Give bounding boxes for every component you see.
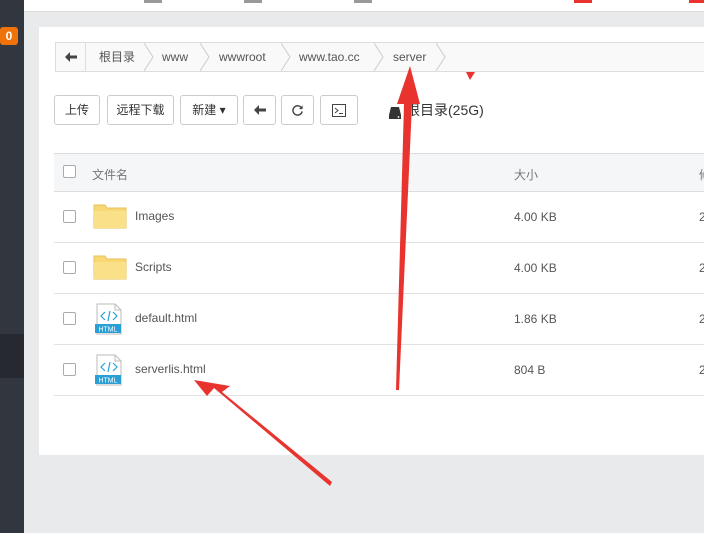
chevron-right-icon (200, 43, 210, 71)
table-row[interactable]: HTML default.html 1.86 KB 2 (54, 294, 704, 345)
folder-icon (93, 201, 127, 231)
arrow-left-icon (64, 49, 77, 65)
sidebar: 0 (0, 0, 24, 533)
table-row[interactable]: Scripts 4.00 KB 2 (54, 243, 704, 294)
file-table: 文件名 大小 修 Images 4.00 KB 2 Scripts 4.00 K… (54, 153, 704, 396)
disk-label: 根目录(25G) (406, 102, 484, 118)
html-badge: HTML (98, 378, 117, 385)
file-modified: 2 (699, 312, 704, 326)
row-checkbox[interactable] (63, 261, 76, 274)
refresh-icon (291, 105, 304, 120)
select-all-checkbox[interactable] (63, 165, 76, 178)
file-name[interactable]: serverlis.html (135, 362, 206, 376)
file-name[interactable]: default.html (135, 311, 197, 325)
arrow-left-icon (253, 104, 266, 118)
breadcrumb-item-www[interactable]: www (162, 43, 188, 71)
breadcrumb-item-server[interactable]: server (393, 43, 426, 71)
notification-badge[interactable]: 0 (0, 27, 18, 45)
upload-button[interactable]: 上传 (54, 95, 100, 125)
row-checkbox[interactable] (63, 312, 76, 325)
file-name[interactable]: Scripts (135, 260, 172, 274)
table-row[interactable]: HTML serverlis.html 804 B 2 (54, 345, 704, 396)
file-modified: 2 (699, 363, 704, 377)
back-button[interactable] (243, 95, 276, 125)
hard-drive-icon (388, 103, 402, 119)
refresh-button[interactable] (281, 95, 314, 125)
new-button-label: 新建 (192, 103, 217, 117)
file-name[interactable]: Images (135, 209, 174, 223)
terminal-icon (332, 104, 346, 120)
file-size: 4.00 KB (514, 210, 557, 224)
chevron-right-icon (436, 43, 446, 71)
chevron-right-icon (144, 43, 154, 71)
column-header-name[interactable]: 文件名 (92, 166, 128, 183)
html-file-icon: HTML (93, 303, 125, 335)
row-checkbox[interactable] (63, 210, 76, 223)
caret-down-icon: ▾ (219, 103, 226, 117)
new-dropdown-button[interactable]: 新建 ▾ (180, 95, 238, 125)
breadcrumb-item-wwwroot[interactable]: wwwroot (219, 43, 266, 71)
row-checkbox[interactable] (63, 363, 76, 376)
table-row[interactable]: Images 4.00 KB 2 (54, 192, 704, 243)
html-badge: HTML (98, 327, 117, 334)
file-size: 1.86 KB (514, 312, 557, 326)
html-file-icon: HTML (93, 354, 125, 386)
file-modified: 2 (699, 210, 704, 224)
file-size: 4.00 KB (514, 261, 557, 275)
top-bar (24, 0, 704, 12)
file-size: 804 B (514, 363, 546, 377)
folder-icon (93, 252, 127, 282)
sidebar-selected-item[interactable] (0, 334, 24, 378)
chevron-right-icon (281, 43, 291, 71)
terminal-button[interactable] (320, 95, 358, 125)
file-modified: 2 (699, 261, 704, 275)
breadcrumb-item-site[interactable]: www.tao.cc (299, 43, 360, 71)
remote-download-button[interactable]: 远程下载 (107, 95, 174, 125)
chevron-right-icon (374, 43, 384, 71)
column-header-modified[interactable]: 修 (699, 166, 704, 183)
table-header: 文件名 大小 修 (54, 154, 704, 192)
column-header-size[interactable]: 大小 (514, 166, 538, 183)
breadcrumb-item-root[interactable]: 根目录 (99, 43, 135, 71)
breadcrumb: 根目录 www wwwroot www.tao.cc server (55, 42, 704, 72)
breadcrumb-back-button[interactable] (56, 43, 86, 71)
